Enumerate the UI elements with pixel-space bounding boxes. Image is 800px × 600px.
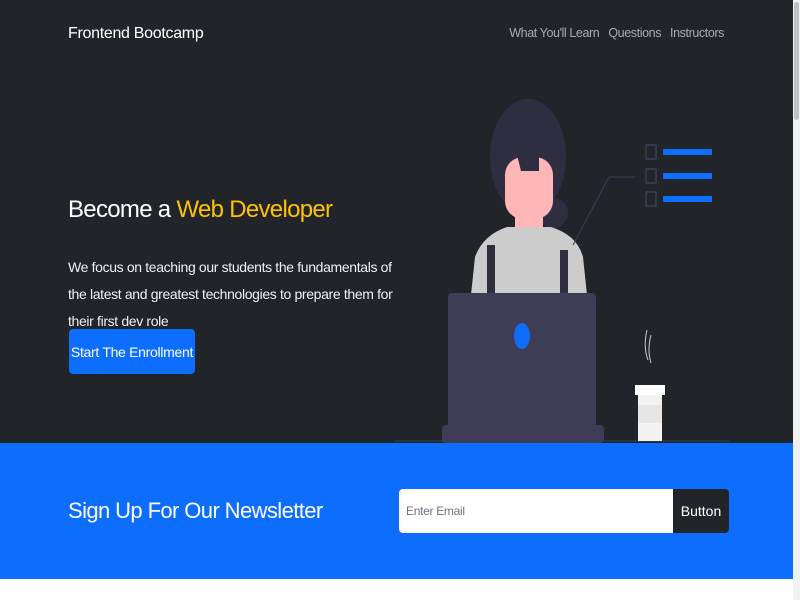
checkbox-icon — [645, 144, 657, 160]
checklist-line-shape — [663, 149, 712, 155]
laptop-shape — [448, 293, 596, 431]
newsletter-submit-button[interactable]: Button — [673, 489, 729, 533]
newsletter-title: Sign Up For Our Newsletter — [68, 498, 323, 523]
checklist-line-shape — [663, 196, 712, 202]
nav-links: What You'll Learn Questions Instructors — [509, 26, 724, 40]
cup-sleeve-shape — [638, 405, 662, 423]
hero-section: Frontend Bootcamp What You'll Learn Ques… — [0, 0, 793, 443]
hero-title-highlight: Web Developer — [176, 196, 333, 223]
nav-link-instructors[interactable]: Instructors — [670, 26, 724, 40]
nav-link-questions[interactable]: Questions — [608, 26, 661, 40]
hero-description: We focus on teaching our students the fu… — [68, 259, 393, 329]
brand-logo[interactable]: Frontend Bootcamp — [68, 25, 204, 43]
connector-line — [572, 176, 610, 246]
checklist-line-shape — [663, 173, 712, 179]
newsletter-section: Sign Up For Our Newsletter Button — [0, 443, 793, 579]
cup-lid-shape — [635, 385, 665, 395]
start-enrollment-button[interactable]: Start The Enrollment — [69, 329, 195, 374]
navbar: Frontend Bootcamp What You'll Learn Ques… — [0, 0, 793, 68]
nav-link-what-youll-learn[interactable]: What You'll Learn — [509, 26, 600, 40]
laptop-base-shape — [442, 425, 604, 443]
hero-title: Become a Web Developer — [68, 196, 333, 224]
email-input[interactable] — [399, 489, 675, 533]
developer-at-laptop-illustration — [395, 99, 729, 443]
hero-title-prefix: Become a — [68, 196, 177, 223]
laptop-logo-icon — [514, 323, 530, 349]
scrollbar-thumb[interactable] — [794, 2, 799, 120]
steam-shape — [644, 329, 652, 364]
strap-right-shape — [560, 250, 568, 297]
strap-left-shape — [487, 245, 495, 297]
checkbox-icon — [645, 168, 657, 184]
checkbox-icon — [645, 191, 657, 207]
scrollbar[interactable] — [793, 0, 800, 600]
